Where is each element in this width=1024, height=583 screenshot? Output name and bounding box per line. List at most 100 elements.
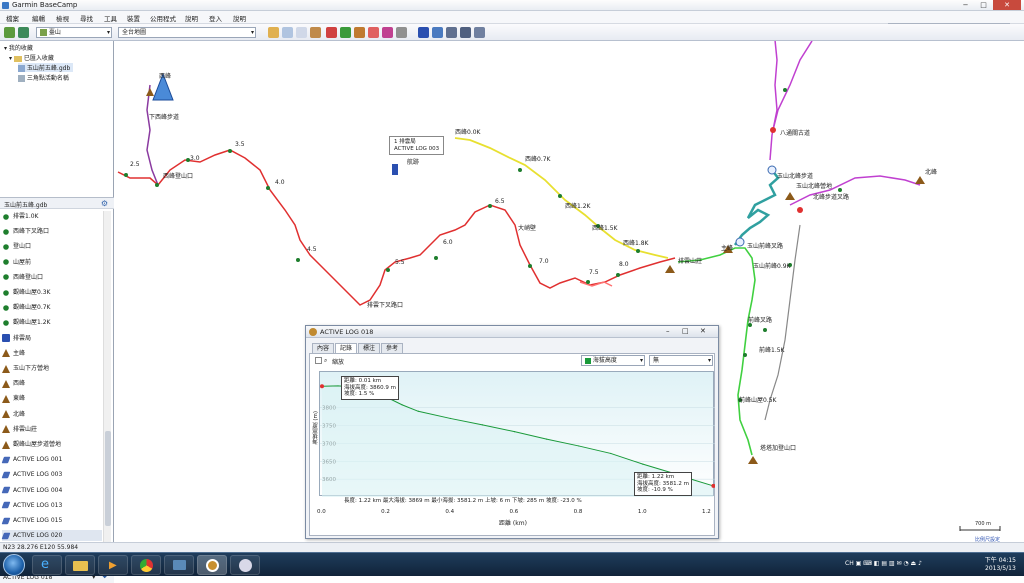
basecamp-icon[interactable] bbox=[197, 555, 227, 575]
grid-icon[interactable] bbox=[460, 27, 471, 38]
list-item[interactable]: ACTIVE LOG 003 bbox=[1, 469, 102, 480]
tree-root[interactable]: ▾ 我的收藏 bbox=[4, 43, 33, 52]
device-combo[interactable]: 臺山 ▾ bbox=[36, 27, 112, 38]
chrome-icon[interactable] bbox=[131, 555, 161, 575]
list-item[interactable]: ACTIVE LOG 013 bbox=[1, 500, 102, 511]
map-label: 玉山北峰步道 bbox=[777, 173, 814, 180]
menu-login[interactable]: 登入 bbox=[209, 13, 222, 23]
dialog-minimize-button[interactable]: – bbox=[666, 327, 670, 335]
track-cyan bbox=[733, 169, 780, 246]
list-item[interactable]: 西峰下叉路口 bbox=[2, 226, 102, 237]
list-item[interactable]: 觀峰山屋步道營地 bbox=[2, 439, 102, 450]
list-item[interactable]: ACTIVE LOG 004 bbox=[1, 485, 102, 496]
new-track-icon[interactable] bbox=[354, 27, 365, 38]
map-combo[interactable]: 全台地圖 ▾ bbox=[118, 27, 256, 38]
map-label: 西峰 bbox=[159, 73, 172, 80]
km-label: 7.0 bbox=[539, 258, 549, 265]
dialog-title-bar: ACTIVE LOG 018 – □ ✕ bbox=[306, 326, 718, 338]
list-item[interactable]: 登山口 bbox=[2, 241, 102, 252]
media-player-icon[interactable]: ▶ bbox=[98, 555, 128, 575]
zoom-checkbox[interactable] bbox=[315, 357, 322, 364]
unit-select[interactable]: 無 ▾ bbox=[649, 355, 713, 366]
receive-icon[interactable] bbox=[4, 27, 15, 38]
folder-icon[interactable] bbox=[65, 555, 95, 575]
list-item[interactable]: 排雲山莊 bbox=[2, 424, 102, 435]
elevation-point bbox=[401, 404, 403, 406]
menu-device[interactable]: 裝置 bbox=[127, 13, 140, 23]
edit-track-icon[interactable] bbox=[368, 27, 379, 38]
chevron-down-icon: ▾ bbox=[106, 29, 110, 36]
scroll-thumb[interactable] bbox=[105, 431, 111, 526]
minimize-button[interactable]: − bbox=[958, 0, 973, 10]
list-item[interactable]: 西峰 bbox=[2, 378, 102, 389]
menu-help[interactable]: 說明 bbox=[185, 13, 198, 23]
divide-icon[interactable] bbox=[382, 27, 393, 38]
map-label: 塔塔加登山口 bbox=[760, 445, 797, 452]
list-item-label: ACTIVE LOG 013 bbox=[13, 501, 63, 509]
menu-file[interactable]: 檔案 bbox=[6, 13, 19, 23]
tab-properties[interactable]: 內容 bbox=[312, 343, 335, 353]
tree-item-triangle[interactable]: 三角點活動名稱 bbox=[18, 73, 69, 82]
2d-view-icon[interactable] bbox=[418, 27, 429, 38]
menu-tools[interactable]: 工具 bbox=[104, 13, 117, 23]
measure-icon[interactable] bbox=[310, 27, 321, 38]
list-item[interactable]: 山屋前 bbox=[2, 257, 102, 268]
list-item[interactable]: 觀峰山屋0.3K bbox=[2, 287, 102, 298]
list-item[interactable]: ACTIVE LOG 015 bbox=[1, 515, 102, 526]
menu-edit[interactable]: 編輯 bbox=[32, 13, 45, 23]
list-item[interactable]: 觀峰山屋0.7K bbox=[2, 302, 102, 313]
maximize-button[interactable]: □ bbox=[976, 0, 991, 10]
track-icon bbox=[1, 486, 11, 494]
list-item[interactable]: 排雲局 bbox=[2, 333, 102, 344]
km-label: 5.5 bbox=[395, 259, 405, 266]
list-item[interactable]: 東峰 bbox=[2, 393, 102, 404]
list-item[interactable]: 排雲1.0K bbox=[2, 211, 102, 222]
network-icon[interactable] bbox=[164, 555, 194, 575]
new-waypoint-icon[interactable] bbox=[326, 27, 337, 38]
globe-icon[interactable] bbox=[446, 27, 457, 38]
tab-reference[interactable]: 參考 bbox=[381, 343, 404, 353]
tree-root-label: 我的收藏 bbox=[8, 45, 33, 52]
send-icon[interactable] bbox=[18, 27, 29, 38]
eraser-icon[interactable] bbox=[396, 27, 407, 38]
gear-icon[interactable]: ⚙ bbox=[101, 199, 108, 208]
series-select[interactable]: 海拔高度 ▾ bbox=[581, 355, 645, 366]
close-button[interactable]: ✕ bbox=[993, 0, 1021, 10]
map-popup[interactable]: 1 排雲局 ACTIVE LOG 003 bbox=[389, 136, 445, 155]
menu-utilities[interactable]: 公用程式 bbox=[150, 13, 176, 23]
popup-line: ACTIVE LOG 003 bbox=[394, 145, 440, 152]
menu-find[interactable]: 尋找 bbox=[80, 13, 93, 23]
list-item[interactable]: 主峰 bbox=[2, 348, 102, 359]
hand-icon[interactable] bbox=[268, 27, 279, 38]
paint-icon[interactable] bbox=[230, 555, 260, 575]
list-item[interactable]: 西峰登山口 bbox=[2, 272, 102, 283]
list-item[interactable]: 北峰 bbox=[2, 409, 102, 420]
elevation-point bbox=[481, 424, 484, 426]
x-tick-label: 1.2 bbox=[702, 509, 711, 515]
dialog-maximize-button[interactable]: □ bbox=[682, 327, 689, 335]
track-icon bbox=[1, 502, 11, 509]
tree-item-gdb[interactable]: 玉山前五峰.gdb bbox=[18, 63, 74, 72]
list-item[interactable]: ACTIVE LOG 001 bbox=[1, 454, 102, 465]
list-item[interactable]: 觀峰山屋1.2K bbox=[2, 317, 102, 328]
new-route-icon[interactable] bbox=[340, 27, 351, 38]
list-item[interactable]: ACTIVE LOG 020 bbox=[1, 530, 102, 542]
tray-icons[interactable]: CH ▣ ⌨ ◧ ▤ ▥ ✉ ◔ ⏏ ♪ bbox=[845, 560, 922, 567]
menu-help2[interactable]: 說明 bbox=[233, 13, 246, 23]
list-item-label: ACTIVE LOG 020 bbox=[13, 532, 63, 540]
tab-annotation[interactable]: 標注 bbox=[358, 343, 381, 353]
filter-icon[interactable] bbox=[474, 27, 485, 38]
ie-icon[interactable]: e bbox=[32, 555, 62, 575]
tree-item-imported[interactable]: ▾ 已匯入收藏 bbox=[9, 53, 54, 62]
start-button[interactable] bbox=[3, 554, 25, 576]
clock[interactable]: 下午 04:15 2013/5/13 bbox=[985, 557, 1016, 573]
list-item-label: 排雲1.0K bbox=[13, 213, 39, 220]
map-label: 西峰0.7K bbox=[525, 156, 551, 163]
menu-view[interactable]: 檢視 bbox=[56, 13, 69, 23]
list-scrollbar[interactable] bbox=[103, 211, 111, 561]
list-item[interactable]: 玉山下方營地 bbox=[2, 363, 102, 374]
select-icon[interactable] bbox=[296, 27, 307, 38]
zoom-icon[interactable] bbox=[282, 27, 293, 38]
dialog-close-button[interactable]: ✕ bbox=[700, 327, 706, 335]
3d-view-icon[interactable] bbox=[432, 27, 443, 38]
